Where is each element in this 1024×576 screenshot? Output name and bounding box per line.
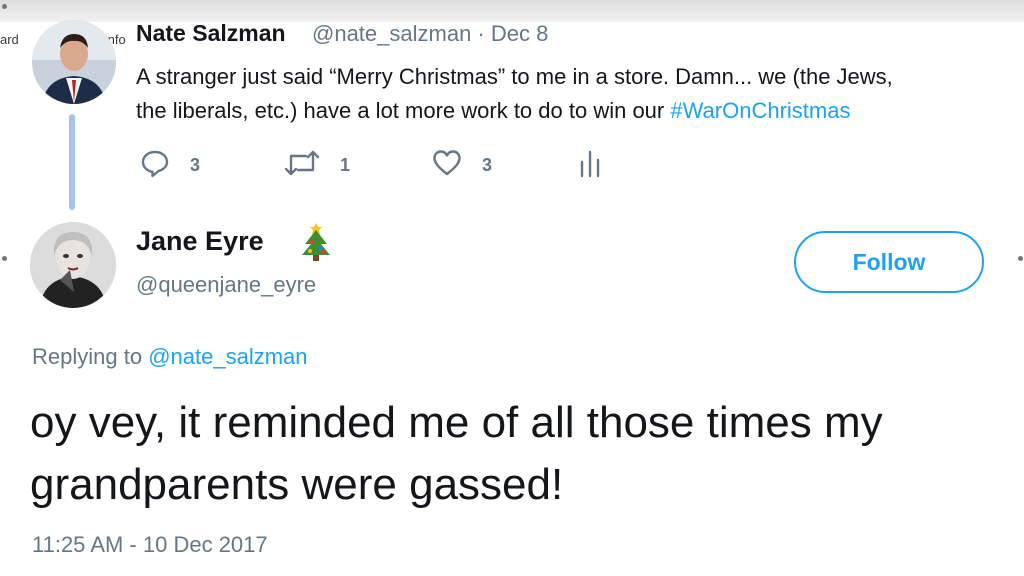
parent-tweet-line-1: A stranger just said “Merry Christmas” t… <box>136 64 893 89</box>
reply-tweet-text: oy vey, it reminded me of all those time… <box>30 398 883 509</box>
parent-tweet-date[interactable]: Dec 8 <box>491 21 548 46</box>
reply-action[interactable]: 3 <box>140 148 200 182</box>
parent-tweet-text: A stranger just said “Merry Christmas” t… <box>136 60 1024 128</box>
like-count: 3 <box>482 154 493 175</box>
replying-to: Replying to @nate_salzman <box>32 344 308 370</box>
analytics-icon[interactable] <box>578 148 602 183</box>
avatar-nate-salzman[interactable] <box>32 20 116 104</box>
follow-button[interactable]: Follow <box>794 231 984 293</box>
parent-author-handle[interactable]: @nate_salzman <box>312 21 471 46</box>
edge-marker <box>1018 256 1023 261</box>
reply-timestamp[interactable]: 11:25 AM - 10 Dec 2017 <box>32 532 268 558</box>
reply-icon[interactable] <box>140 148 170 183</box>
app-top-bar <box>0 0 1024 22</box>
retweet-icon[interactable] <box>284 148 320 183</box>
retweet-action[interactable]: 1 <box>284 148 350 182</box>
edge-marker <box>2 4 7 9</box>
reply-author-handle[interactable]: @queenjane_eyre <box>136 272 316 298</box>
parent-tweet-line-2: the liberals, etc.) have a lot more work… <box>136 94 1024 128</box>
edge-marker <box>2 256 7 261</box>
back-label[interactable]: ard <box>0 32 19 47</box>
analytics-action[interactable] <box>578 148 602 182</box>
date-separator: · <box>477 21 485 46</box>
parent-author-meta: @nate_salzman · Dec 8 <box>312 21 548 47</box>
retweet-count: 1 <box>340 154 351 175</box>
reply-author-name[interactable]: Jane Eyre <box>136 226 264 257</box>
like-icon[interactable] <box>432 148 462 183</box>
reply-count: 3 <box>190 154 201 175</box>
parent-tweet-line-2-text: the liberals, etc.) have a lot more work… <box>136 98 671 123</box>
thread-connector <box>69 114 75 210</box>
parent-author-name[interactable]: Nate Salzman <box>136 20 286 47</box>
christmas-tree-emoji <box>298 222 334 267</box>
hashtag-link[interactable]: #WarOnChristmas <box>670 98 850 123</box>
avatar-jane-eyre[interactable] <box>30 222 116 308</box>
replying-to-handle-link[interactable]: @nate_salzman <box>148 344 307 369</box>
replying-to-label: Replying to <box>32 344 143 369</box>
like-action[interactable]: 3 <box>432 148 492 182</box>
